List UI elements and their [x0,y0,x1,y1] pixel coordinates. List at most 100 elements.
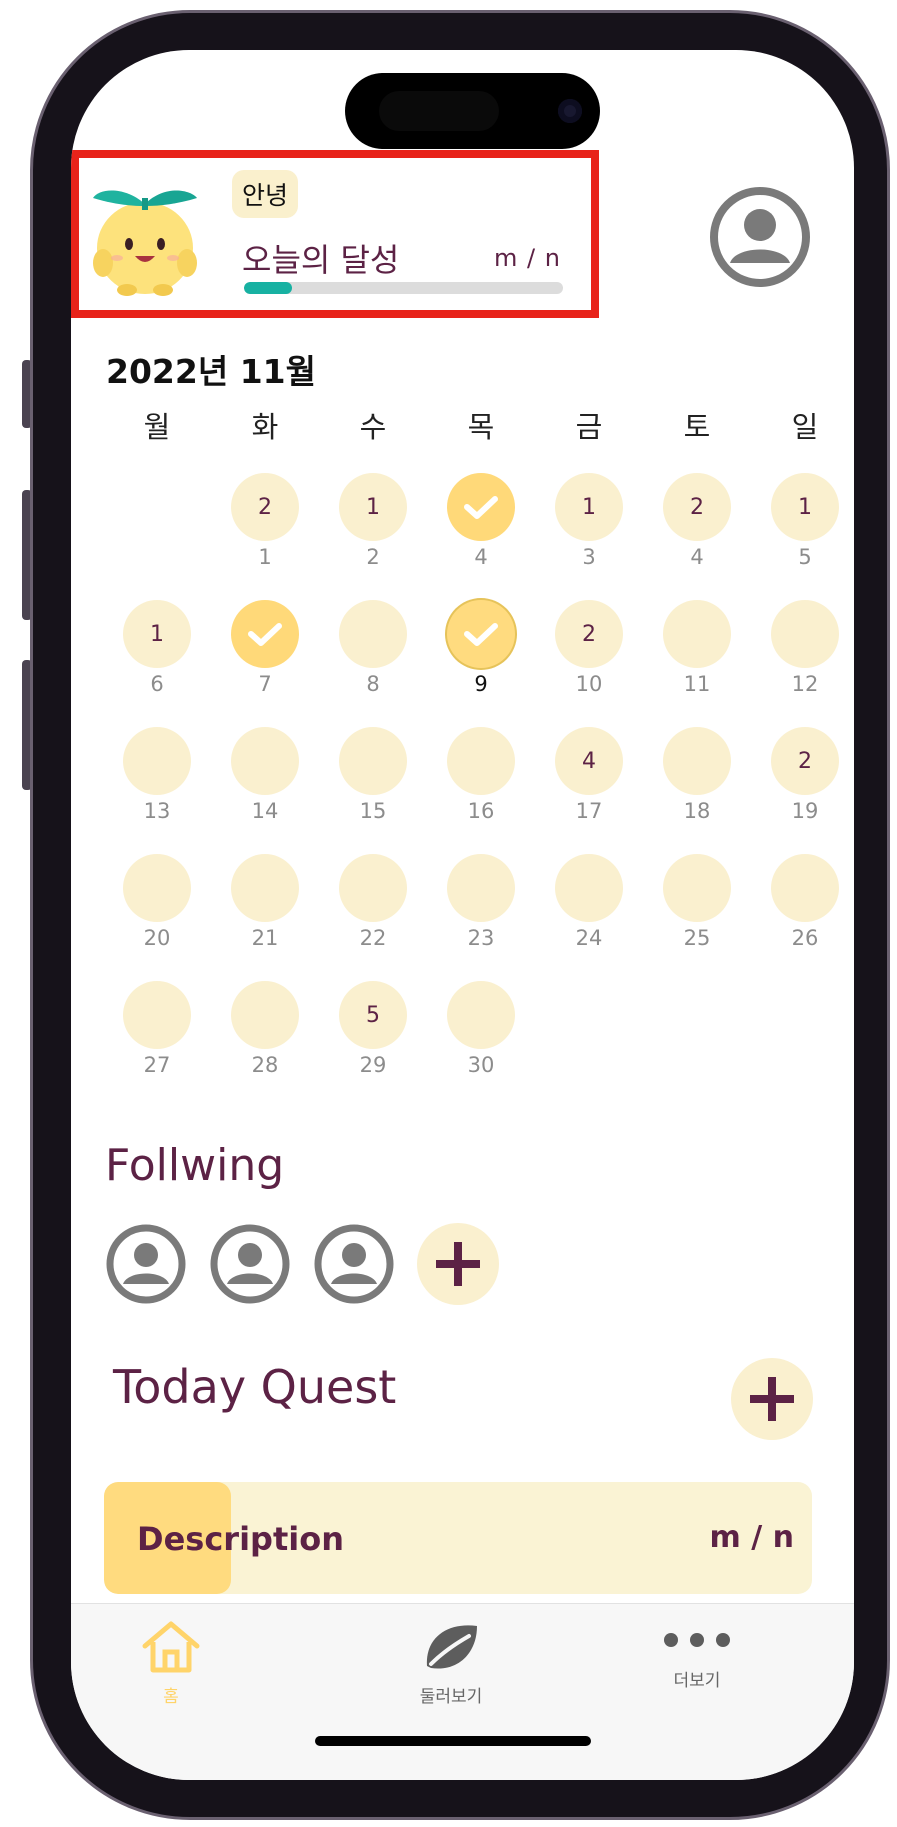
day-completed-bubble[interactable] [231,600,299,668]
check-icon [248,623,282,646]
calendar-grid: 월화수목금토일 2 1 1 2 4 1 3 2 4 1 5 1 6 7 8 9 2 10 11 12 13 14 15 16 4… [103,395,839,1090]
calendar-day-cell[interactable]: 2 10 [535,582,643,709]
calendar-day-cell[interactable]: 24 [535,836,643,963]
weekday-label: 수 [359,410,387,444]
day-number: 11 [683,672,711,696]
day-quest-bubble[interactable] [339,854,407,922]
following-user-button[interactable] [105,1223,187,1309]
calendar-day-cell[interactable]: 8 [319,582,427,709]
day-number: 10 [575,672,603,696]
day-quest-bubble[interactable]: 2 [231,473,299,541]
day-completed-bubble[interactable] [447,600,515,668]
profile-avatar-icon[interactable] [708,185,812,289]
tab-more[interactable]: 더보기 [617,1618,777,1691]
quest-card[interactable]: Description m / n [104,1482,812,1594]
day-quest-bubble[interactable] [123,981,191,1049]
calendar-day-cell[interactable]: 12 [751,582,854,709]
following-user-button[interactable] [209,1223,291,1309]
calendar-day-cell[interactable]: 7 [211,582,319,709]
day-quest-bubble[interactable] [663,727,731,795]
calendar-day-cell[interactable]: 27 [103,963,211,1090]
calendar-day-cell[interactable]: 12 [319,455,427,582]
weekday-label: 목 [467,410,495,444]
day-quest-bubble[interactable] [447,981,515,1049]
day-quest-bubble[interactable] [663,854,731,922]
user-avatar-icon [314,1224,394,1304]
greeting-bubble: 안녕 [232,170,299,218]
calendar-day-cell[interactable]: 20 [103,836,211,963]
day-quest-bubble[interactable]: 2 [663,473,731,541]
more-dots-icon [664,1633,730,1647]
calendar-day-cell[interactable]: 22 [319,836,427,963]
weekday-label: 토 [683,410,711,444]
achievement-value: m / n [494,244,561,272]
day-quest-bubble[interactable]: 1 [555,473,623,541]
day-quest-bubble[interactable]: 1 [771,473,839,541]
day-quest-bubble[interactable] [771,854,839,922]
tab-explore[interactable]: 둘러보기 [371,1618,531,1707]
day-quest-bubble[interactable] [339,600,407,668]
day-number: 28 [251,1053,279,1077]
day-quest-bubble[interactable] [123,727,191,795]
calendar-day-cell[interactable]: 18 [643,709,751,836]
add-following-button[interactable] [417,1223,499,1305]
following-user-button[interactable] [313,1223,395,1309]
day-number: 18 [683,799,711,823]
day-quest-count: 1 [798,494,812,520]
day-quest-bubble[interactable]: 1 [123,600,191,668]
day-quest-bubble[interactable] [771,600,839,668]
day-number: 1 [258,545,272,569]
calendar-day-cell[interactable]: 14 [211,709,319,836]
add-quest-button[interactable] [731,1358,813,1440]
day-completed-bubble[interactable] [447,473,515,541]
day-quest-count: 2 [258,494,272,520]
day-number: 16 [467,799,495,823]
day-quest-bubble[interactable] [123,854,191,922]
calendar-day-cell[interactable]: 13 [103,709,211,836]
tab-more-label: 더보기 [673,1671,721,1691]
calendar-day-cell[interactable]: 26 [751,836,854,963]
day-quest-bubble[interactable]: 5 [339,981,407,1049]
sensor-area [379,91,499,131]
calendar-day-cell[interactable]: 11 [643,582,751,709]
calendar-day-cell[interactable]: 23 [427,836,535,963]
achievement-label: 오늘의 달성 [242,241,400,279]
tab-bar: 홈 둘러보기 더보기 [71,1603,854,1780]
calendar-day-cell[interactable]: 28 [211,963,319,1090]
day-quest-bubble[interactable]: 2 [771,727,839,795]
day-number: 2 [366,545,380,569]
calendar-day-cell[interactable]: 24 [643,455,751,582]
day-quest-bubble[interactable] [231,727,299,795]
calendar-day-cell[interactable]: 4 [427,455,535,582]
calendar-day-cell[interactable]: 5 29 [319,963,427,1090]
calendar-day-cell[interactable]: 30 [427,963,535,1090]
calendar-day-cell[interactable]: 9 [427,582,535,709]
calendar-day-cell[interactable]: 21 [211,836,319,963]
day-quest-bubble[interactable]: 2 [555,600,623,668]
tab-home[interactable]: 홈 [91,1618,251,1707]
calendar-day-cell[interactable]: 16 [427,709,535,836]
day-quest-bubble[interactable] [231,854,299,922]
day-quest-bubble[interactable] [447,854,515,922]
day-quest-bubble[interactable] [555,854,623,922]
day-quest-bubble[interactable]: 4 [555,727,623,795]
day-quest-bubble[interactable] [447,727,515,795]
calendar-day-cell[interactable]: 15 [319,709,427,836]
day-quest-bubble[interactable] [663,600,731,668]
calendar-day-cell[interactable]: 4 17 [535,709,643,836]
day-number: 3 [582,545,596,569]
user-avatar-icon [210,1224,290,1304]
calendar-day-cell[interactable]: 15 [751,455,854,582]
calendar-day-cell[interactable]: 21 [211,455,319,582]
day-quest-bubble[interactable]: 1 [339,473,407,541]
day-quest-bubble[interactable] [339,727,407,795]
check-icon [464,496,498,519]
calendar-day-cell[interactable]: 2 19 [751,709,854,836]
tab-home-label: 홈 [163,1687,179,1707]
day-quest-bubble[interactable] [231,981,299,1049]
calendar-day-cell[interactable]: 13 [535,455,643,582]
day-number: 30 [467,1053,495,1077]
day-number: 7 [258,672,272,696]
calendar-day-cell[interactable]: 16 [103,582,211,709]
calendar-day-cell[interactable]: 25 [643,836,751,963]
